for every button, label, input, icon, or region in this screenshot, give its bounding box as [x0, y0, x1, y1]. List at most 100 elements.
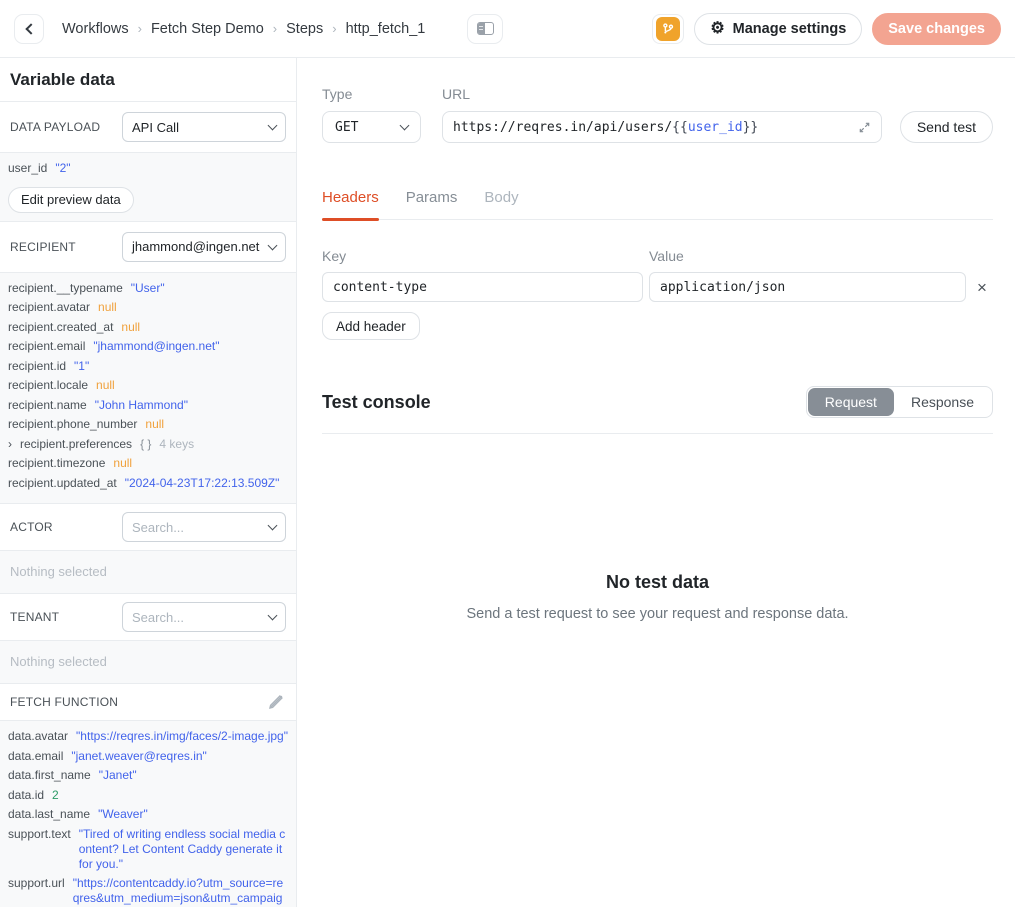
data-key: recipient.timezone [8, 456, 105, 471]
back-button[interactable] [14, 14, 44, 44]
recipient-data-list: recipient.__typename"User"recipient.avat… [8, 281, 288, 491]
request-response-toggle: Request Response [806, 386, 993, 418]
data-value: "Weaver" [98, 807, 148, 822]
header-editor-row: × [322, 272, 993, 302]
test-console-title: Test console [322, 392, 431, 413]
expand-chevron-icon[interactable]: › [8, 437, 12, 452]
data-key: recipient.locale [8, 378, 88, 393]
panel-layout-icon [477, 22, 494, 35]
actor-label: ACTOR [10, 520, 53, 534]
empty-state-title: No test data [322, 572, 993, 593]
breadcrumb-workflow-name[interactable]: Fetch Step Demo [151, 21, 264, 37]
recipient-select[interactable]: jhammond@ingen.net [122, 232, 286, 262]
data-row: data.email"janet.weaver@reqres.in" [8, 749, 288, 764]
data-value: "https://reqres.in/img/faces/2-image.jpg… [76, 729, 288, 744]
data-value: "Tired of writing endless social media c… [79, 827, 288, 872]
tenant-label: TENANT [10, 610, 59, 624]
empty-state-description: Send a test request to see your request … [322, 606, 993, 622]
tenant-search-select[interactable]: Search... [122, 602, 286, 632]
fetch-function-data-panel: data.avatar"https://reqres.in/img/faces/… [0, 721, 296, 907]
tenant-empty-text: Nothing selected [10, 654, 107, 669]
request-tabs: Headers Params Body [322, 189, 993, 220]
data-key: recipient.phone_number [8, 417, 137, 432]
data-key: recipient.created_at [8, 320, 113, 335]
header-key-input[interactable] [322, 272, 643, 302]
data-value: "jhammond@ingen.net" [93, 339, 219, 354]
toggle-request[interactable]: Request [808, 388, 894, 416]
data-key: recipient.email [8, 339, 85, 354]
chevron-down-icon [268, 121, 278, 131]
tab-headers[interactable]: Headers [322, 189, 379, 219]
data-row: recipient.email "jhammond@ingen.net" [8, 339, 288, 354]
actor-row: ACTOR Search... [0, 504, 296, 551]
data-row: support.url"https://contentcaddy.io?utm_… [8, 876, 288, 907]
data-value: "janet.weaver@reqres.in" [71, 749, 206, 764]
header-value-input[interactable] [649, 272, 966, 302]
data-row: recipient.name"John Hammond" [8, 398, 288, 413]
edit-preview-data-button[interactable]: Edit preview data [8, 187, 134, 213]
data-meta: 4 keys [159, 437, 194, 452]
data-row: support.text"Tired of writing endless so… [8, 827, 288, 872]
data-value: null [121, 320, 140, 335]
edit-pencil-icon[interactable] [266, 692, 286, 712]
tenant-row: TENANT Search... [0, 594, 296, 641]
breadcrumb: Workflows › Fetch Step Demo › Steps › ht… [62, 21, 425, 37]
data-row: recipient.__typename"User" [8, 281, 288, 296]
actor-search-placeholder: Search... [132, 520, 184, 535]
remove-header-button[interactable]: × [971, 276, 993, 298]
data-value: "User" [131, 281, 165, 296]
url-label: URL [442, 86, 882, 102]
chevron-down-icon [400, 121, 410, 131]
data-row: recipient.phone_numbernull [8, 417, 288, 432]
save-changes-button[interactable]: Save changes [872, 13, 1001, 45]
data-value: "John Hammond" [95, 398, 188, 413]
method-value: GET [335, 120, 358, 135]
expand-icon[interactable] [858, 121, 871, 134]
data-value: "2" [55, 161, 70, 176]
fetch-function-data-list: data.avatar"https://reqres.in/img/faces/… [8, 729, 288, 907]
toggle-response[interactable]: Response [894, 388, 991, 416]
breadcrumb-workflows[interactable]: Workflows [62, 21, 129, 37]
chevron-down-icon [268, 611, 278, 621]
url-input[interactable]: https://reqres.in/api/users/{{user_id}} [442, 111, 882, 143]
data-row: data.last_name "Weaver" [8, 807, 288, 822]
add-header-button[interactable]: Add header [322, 312, 420, 340]
tenant-empty-panel: Nothing selected [0, 641, 296, 684]
data-key: data.last_name [8, 807, 90, 822]
actor-empty-panel: Nothing selected [0, 551, 296, 594]
method-select[interactable]: GET [322, 111, 421, 143]
send-test-button[interactable]: Send test [900, 111, 993, 143]
breadcrumb-current-step: http_fetch_1 [346, 21, 426, 37]
data-key: data.first_name [8, 768, 91, 783]
empty-state: No test data Send a test request to see … [322, 572, 993, 622]
workflow-status-button[interactable] [652, 14, 684, 44]
header-editor-labels: Key Value [322, 248, 993, 264]
fetch-function-label: FETCH FUNCTION [10, 695, 118, 709]
key-label: Key [322, 248, 643, 264]
breadcrumb-separator: › [138, 21, 142, 36]
tenant-search-placeholder: Search... [132, 610, 184, 625]
save-changes-label: Save changes [888, 21, 985, 37]
data-value: null [98, 300, 117, 315]
top-bar: Workflows › Fetch Step Demo › Steps › ht… [0, 0, 1015, 58]
sidebar-toggle-button[interactable] [467, 14, 503, 44]
data-row: recipient.localenull [8, 378, 288, 393]
tab-params[interactable]: Params [406, 189, 458, 219]
recipient-label: RECIPIENT [10, 240, 76, 254]
data-payload-row: DATA PAYLOAD API Call [0, 102, 296, 153]
data-payload-label: DATA PAYLOAD [10, 120, 100, 134]
breadcrumb-steps[interactable]: Steps [286, 21, 323, 37]
tab-body[interactable]: Body [484, 189, 518, 219]
data-row[interactable]: ›recipient.preferences{ }4 keys [8, 437, 288, 452]
data-row: recipient.updated_at"2024-04-23T17:22:13… [8, 476, 288, 491]
actor-search-select[interactable]: Search... [122, 512, 286, 542]
data-value: { } [140, 437, 151, 452]
data-row: data.id2 [8, 788, 288, 803]
chevron-left-icon [25, 23, 36, 34]
recipient-selected: jhammond@ingen.net [132, 239, 259, 254]
data-payload-select[interactable]: API Call [122, 112, 286, 142]
data-row: recipient.id"1" [8, 359, 288, 374]
data-key: recipient.id [8, 359, 66, 374]
data-key: support.url [8, 876, 65, 907]
manage-settings-button[interactable]: ⚙ Manage settings [694, 13, 862, 45]
